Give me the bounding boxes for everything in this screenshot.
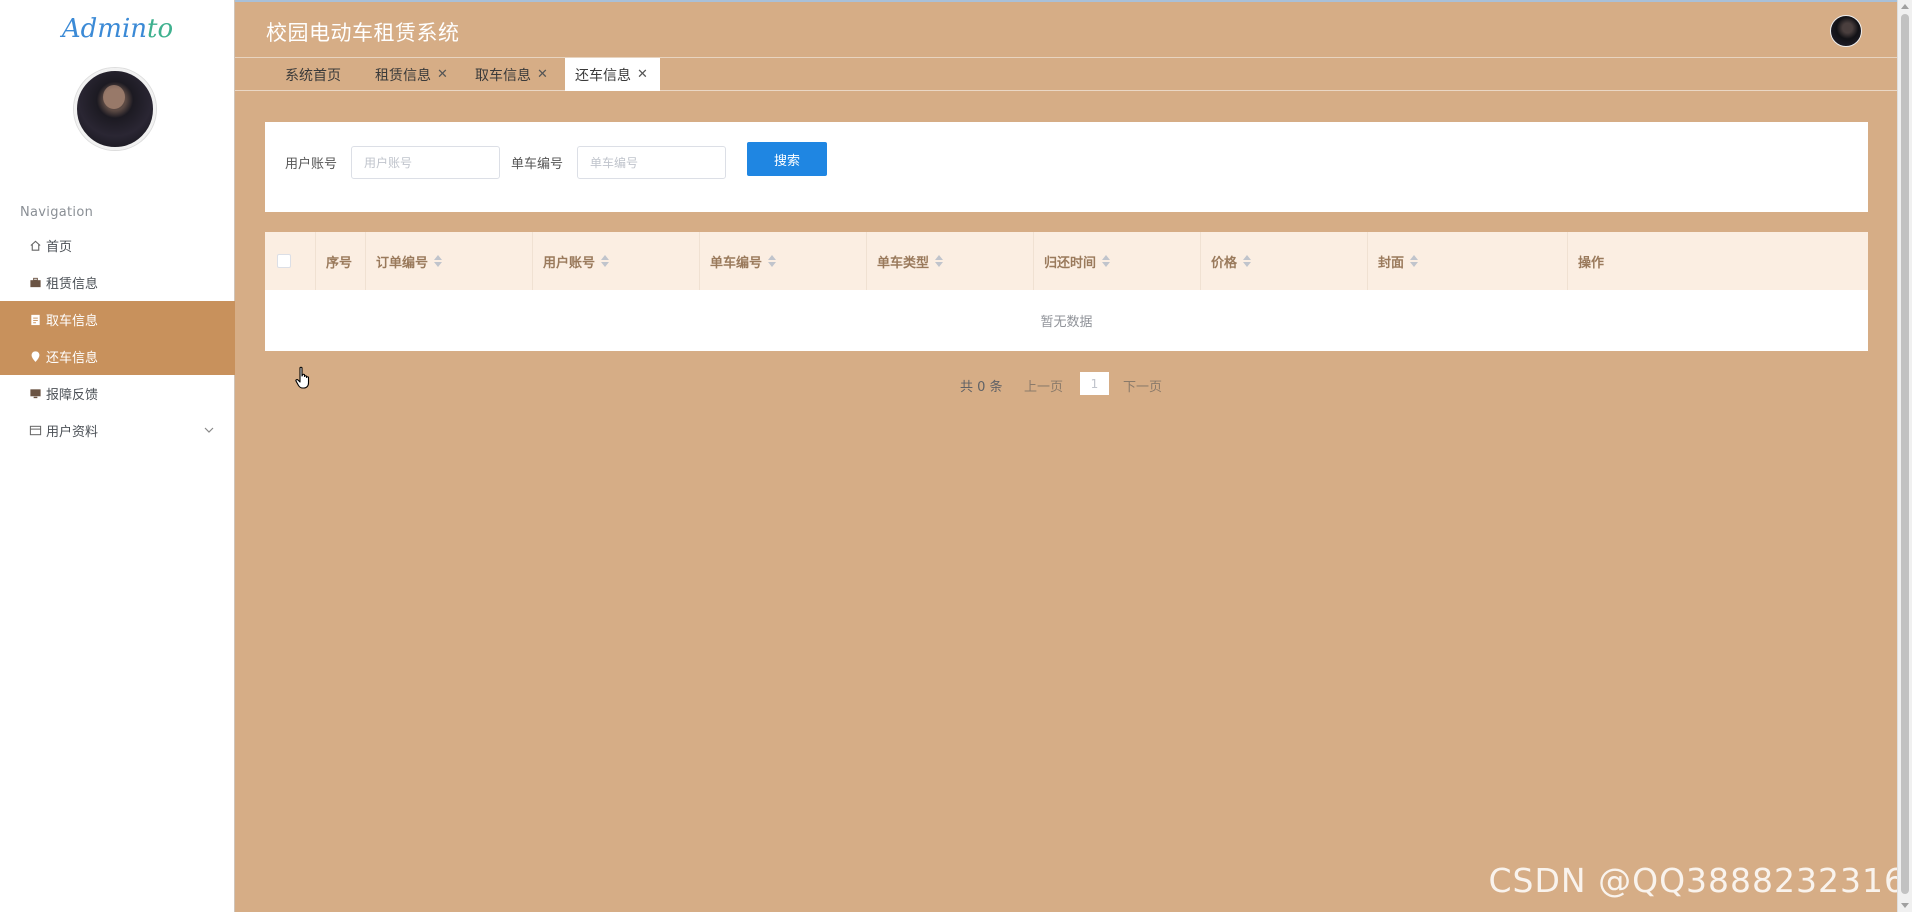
sort-icon[interactable] <box>1410 255 1419 267</box>
sidebar-item-label: 租赁信息 <box>46 277 99 292</box>
hand-cursor-icon <box>295 366 310 389</box>
home-icon <box>28 239 42 253</box>
tab-label: 系统首页 <box>285 67 341 84</box>
briefcase-icon <box>28 276 42 290</box>
sort-icon[interactable] <box>434 255 443 267</box>
vertical-scrollbar[interactable] <box>1897 0 1912 912</box>
column-label: 价格 <box>1211 255 1238 271</box>
column-header-bike-number[interactable]: 单车编号 <box>699 232 866 290</box>
tab-return-info[interactable]: 还车信息 ✕ <box>565 58 660 91</box>
sidebar-item-pickup-info[interactable]: 取车信息 <box>0 301 235 338</box>
watermark: CSDN @QQ3888232316 <box>1488 861 1906 900</box>
sort-icon[interactable] <box>1102 255 1111 267</box>
column-header-price[interactable]: 价格 <box>1200 232 1367 290</box>
sidebar: Adminto Navigation 首页 租赁信息 取车信息 还车信息 报障反… <box>0 0 235 912</box>
tab-label: 还车信息 <box>575 67 631 84</box>
tab-label: 取车信息 <box>475 67 531 84</box>
sidebar-item-label: 报障反馈 <box>46 388 99 403</box>
column-header-user-account[interactable]: 用户账号 <box>532 232 699 290</box>
user-account-label: 用户账号 <box>285 157 338 172</box>
next-page-button[interactable]: 下一页 <box>1123 376 1162 395</box>
sort-icon[interactable] <box>601 255 610 267</box>
column-label: 用户账号 <box>543 255 596 271</box>
sidebar-item-return-info[interactable]: 还车信息 <box>0 338 235 375</box>
column-label: 单车编号 <box>710 255 763 271</box>
app-logo[interactable]: Adminto <box>0 14 235 44</box>
clipboard-icon <box>28 313 42 327</box>
sidebar-item-label: 取车信息 <box>46 314 99 329</box>
location-icon <box>28 350 42 364</box>
close-icon[interactable]: ✕ <box>637 67 648 82</box>
column-label: 封面 <box>1378 255 1405 271</box>
column-header-actions: 操作 <box>1567 232 1868 290</box>
table-header: 序号 订单编号 用户账号 单车编号 单车类型 归还时间 价格 封面 操作 <box>265 232 1868 290</box>
nav-title: Navigation <box>20 205 94 220</box>
bike-number-label: 单车编号 <box>511 157 564 172</box>
column-label: 操作 <box>1578 255 1605 271</box>
top-header: 校园电动车租赁系统 <box>235 0 1897 58</box>
page-number-button[interactable]: 1 <box>1080 372 1109 395</box>
column-header-return-time[interactable]: 归还时间 <box>1033 232 1200 290</box>
sidebar-item-label: 还车信息 <box>46 351 99 366</box>
tab-pickup-info[interactable]: 取车信息 ✕ <box>475 58 548 91</box>
monitor-icon <box>28 387 42 401</box>
empty-state: 暂无数据 <box>1040 315 1093 330</box>
column-label: 归还时间 <box>1044 255 1097 271</box>
logo-accent: to <box>147 14 174 44</box>
scroll-down-icon[interactable] <box>1901 903 1909 908</box>
sidebar-item-label: 用户资料 <box>46 425 99 440</box>
total-count: 共 0 条 <box>960 380 1003 395</box>
sidebar-item-label: 首页 <box>46 240 73 255</box>
card-icon <box>28 424 42 438</box>
column-header-order-number[interactable]: 订单编号 <box>365 232 532 290</box>
chevron-down-icon <box>204 427 214 433</box>
app-title: 校园电动车租赁系统 <box>266 21 460 45</box>
column-label: 订单编号 <box>376 255 429 271</box>
tab-label: 租赁信息 <box>375 67 431 84</box>
scroll-up-icon[interactable] <box>1901 4 1909 9</box>
user-avatar[interactable] <box>1830 15 1862 47</box>
close-icon[interactable]: ✕ <box>437 67 448 82</box>
select-all-checkbox[interactable] <box>277 254 291 268</box>
user-account-input[interactable] <box>351 146 500 179</box>
sort-icon[interactable] <box>768 255 777 267</box>
search-form: 用户账号 单车编号 搜索 <box>265 122 1868 212</box>
sidebar-item-rental-info[interactable]: 租赁信息 <box>0 264 235 301</box>
tab-bar: 系统首页 租赁信息 ✕ 取车信息 ✕ 还车信息 ✕ <box>235 58 1897 91</box>
sort-icon[interactable] <box>1243 255 1252 267</box>
logo-main: Admin <box>61 14 148 44</box>
sort-icon[interactable] <box>935 255 944 267</box>
select-all-cell <box>265 232 315 290</box>
sidebar-nav: 首页 租赁信息 取车信息 还车信息 报障反馈 用户资料 <box>0 227 235 449</box>
tab-system-home[interactable]: 系统首页 <box>285 58 341 91</box>
search-button[interactable]: 搜索 <box>747 142 827 176</box>
column-header-cover[interactable]: 封面 <box>1367 232 1567 290</box>
sidebar-item-fault-feedback[interactable]: 报障反馈 <box>0 375 235 412</box>
sidebar-item-home[interactable]: 首页 <box>0 227 235 264</box>
close-icon[interactable]: ✕ <box>537 67 548 82</box>
column-label: 单车类型 <box>877 255 930 271</box>
profile-avatar <box>74 68 156 150</box>
column-header-index: 序号 <box>315 232 365 290</box>
scrollbar-thumb[interactable] <box>1901 14 1909 894</box>
sidebar-item-user-profile[interactable]: 用户资料 <box>0 412 235 449</box>
prev-page-button[interactable]: 上一页 <box>1024 376 1063 395</box>
column-header-bike-type[interactable]: 单车类型 <box>866 232 1033 290</box>
column-label: 序号 <box>326 255 353 271</box>
tab-rental-info[interactable]: 租赁信息 ✕ <box>375 58 448 91</box>
data-table: 序号 订单编号 用户账号 单车编号 单车类型 归还时间 价格 封面 操作 暂无数… <box>265 232 1868 351</box>
bike-number-input[interactable] <box>577 146 726 179</box>
